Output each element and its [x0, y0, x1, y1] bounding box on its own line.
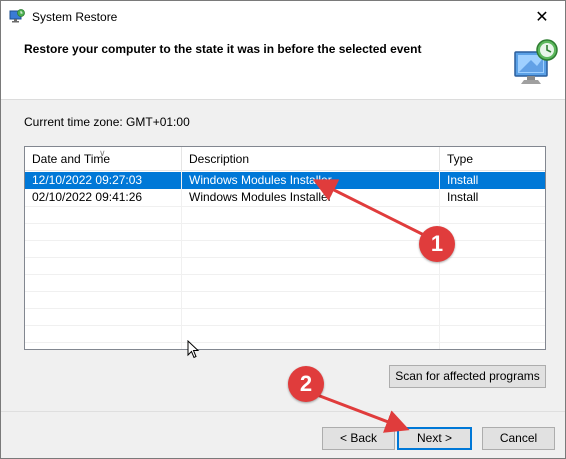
step-marker-2-label: 2 [299, 371, 313, 396]
step-marker-1-label: 1 [430, 231, 444, 256]
arrow-to-next-button [311, 391, 410, 433]
step-marker-1: 1 [419, 226, 455, 262]
annotation-arrows [311, 179, 431, 433]
step-marker-2: 2 [288, 366, 324, 402]
arrow-to-restore-point [312, 179, 431, 240]
